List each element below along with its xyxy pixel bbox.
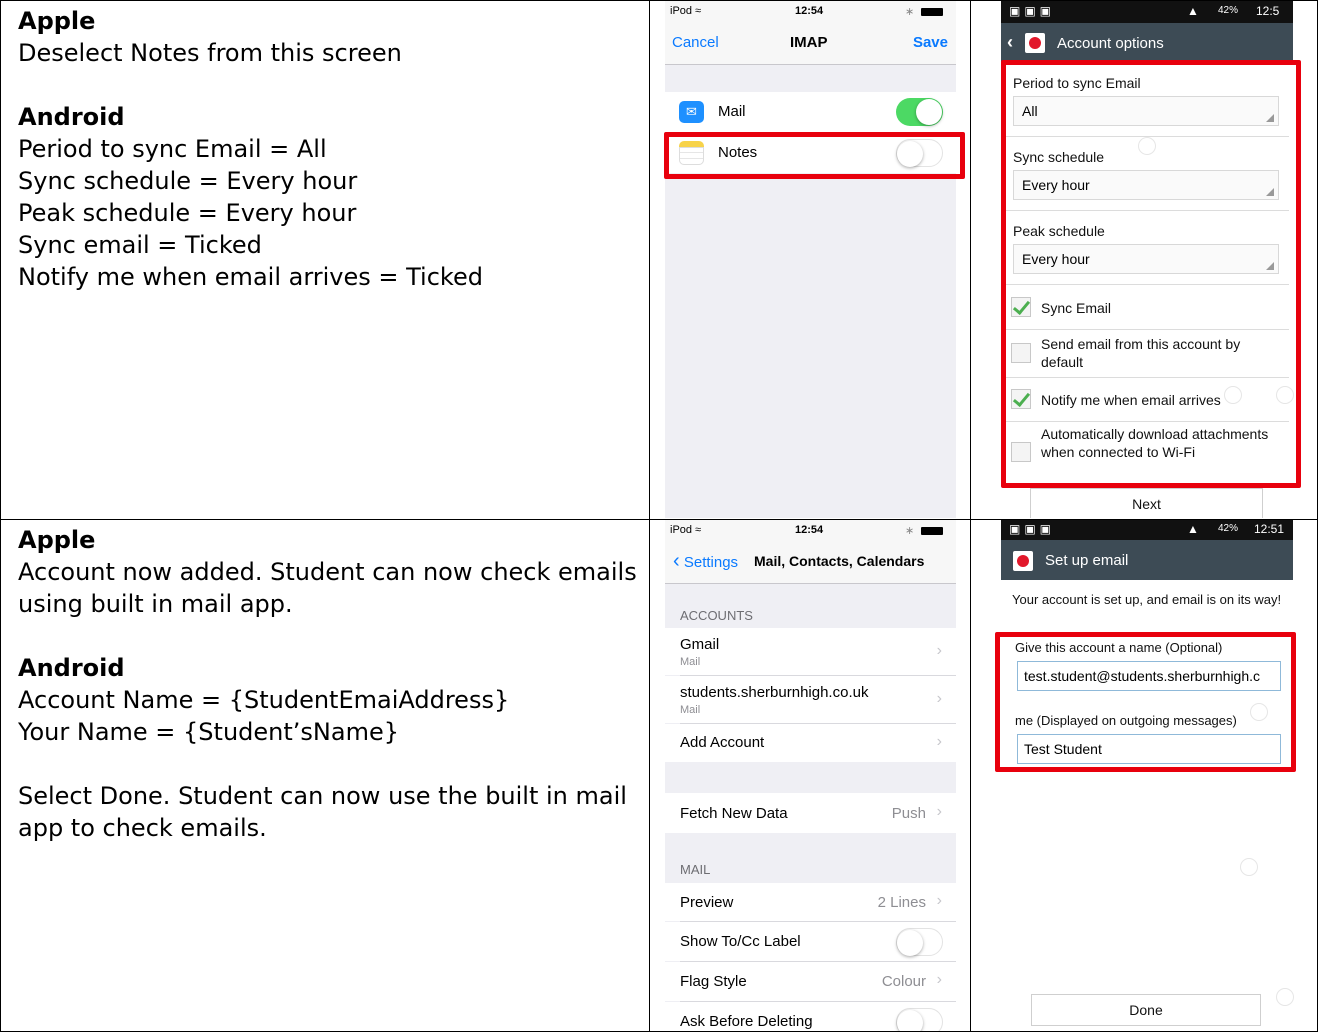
signal-icon: ▲ — [1187, 4, 1199, 18]
clock: 12:51 — [1254, 522, 1285, 536]
ask-delete-row[interactable]: Ask Before Deleting — [665, 1002, 956, 1031]
back-button[interactable]: ‹ Settings — [673, 550, 738, 573]
apple-heading: Apple — [18, 7, 96, 35]
instructions-row-2: Apple Account now added. Student can now… — [18, 524, 638, 844]
touch-indicator — [1250, 703, 1268, 721]
android-setup-screenshot: ▣▣▣ ▲ 42% 12:51 Set up email Your accoun… — [1001, 520, 1293, 1031]
android-heading: Android — [18, 103, 125, 131]
wifi-icon: ≈ — [695, 5, 702, 17]
bluetooth-icon: ∗ — [905, 6, 915, 18]
show-tocc-row[interactable]: Show To/Cc Label — [665, 922, 956, 961]
done-button[interactable]: Done — [1031, 994, 1261, 1026]
nav-bar: ‹ Settings Mail, Contacts, Calendars — [665, 540, 956, 584]
next-button[interactable]: Next — [1030, 488, 1263, 518]
toggle-row-mail[interactable]: ✉ Mail — [665, 92, 956, 132]
email-app-icon — [1025, 33, 1045, 53]
clock: 12:54 — [795, 5, 824, 17]
highlight-setup-box — [995, 632, 1296, 772]
fetch-row[interactable]: Fetch New Data Push › — [665, 793, 956, 833]
battery-level: 42% — [1218, 523, 1239, 534]
battery-icon — [921, 8, 943, 16]
android-line: Peak schedule = Every hour — [18, 199, 357, 227]
touch-indicator — [1276, 386, 1294, 404]
chevron-right-icon: › — [936, 690, 942, 707]
battery-icon — [921, 527, 943, 535]
ios-imap-screenshot: iPod ≈ 12:54 ∗ Cancel IMAP Save ✉ Mail N… — [665, 1, 956, 518]
status-bar: iPod ≈ 12:54 ∗ — [665, 520, 956, 540]
chevron-right-icon: › — [936, 971, 942, 988]
status-bar: ▣▣▣ ▲ 42% 12:5 — [1001, 1, 1293, 23]
android-line: Account Name = {StudentEmaiAddress} — [18, 686, 510, 714]
save-button[interactable]: Save — [913, 34, 948, 51]
table-border-left — [0, 0, 1, 1032]
chevron-right-icon: › — [936, 642, 942, 659]
chevron-right-icon: › — [936, 733, 942, 750]
touch-indicator — [1224, 386, 1242, 404]
clock: 12:54 — [795, 524, 824, 536]
table-border-col1 — [649, 0, 650, 1032]
clock: 12:5 — [1256, 4, 1280, 18]
battery-level: 42% — [1218, 5, 1239, 16]
email-app-icon — [1013, 551, 1033, 571]
screen-title: Set up email — [1045, 552, 1129, 569]
table-border-col2 — [970, 0, 971, 1032]
mail-switch[interactable] — [896, 98, 943, 126]
status-bar: iPod ≈ 12:54 ∗ — [665, 1, 956, 21]
ask-delete-switch[interactable] — [896, 1008, 943, 1031]
notification-icons: ▣▣▣ — [1009, 522, 1056, 536]
android-line: Period to sync Email = All — [18, 135, 327, 163]
notification-icons: ▣▣▣ — [1009, 4, 1056, 18]
section-header-accounts: ACCOUNTS — [680, 608, 753, 623]
tocc-switch[interactable] — [896, 928, 943, 956]
touch-indicator — [1276, 988, 1294, 1006]
cancel-button[interactable]: Cancel — [672, 34, 719, 51]
toggle-label: Mail — [718, 103, 746, 120]
apple-heading: Apple — [18, 526, 96, 554]
setup-intro: Your account is set up, and email is on … — [1012, 592, 1282, 607]
bluetooth-icon: ∗ — [905, 525, 915, 537]
highlight-options-box — [1001, 60, 1301, 488]
flag-style-row[interactable]: Flag Style Colour › — [665, 962, 956, 1001]
ios-settings-screenshot: iPod ≈ 12:54 ∗ ‹ Settings Mail, Contacts… — [665, 520, 956, 1031]
status-bar: ▣▣▣ ▲ 42% 12:51 — [1001, 520, 1293, 540]
add-account-row[interactable]: Add Account › — [665, 724, 956, 762]
android-line: Notify me when email arrives = Ticked — [18, 263, 483, 291]
android-line: Select Done. Student can now use the bui… — [18, 782, 627, 810]
android-line: Sync schedule = Every hour — [18, 167, 358, 195]
screen-title: Account options — [1057, 35, 1164, 52]
preview-row[interactable]: Preview 2 Lines › — [665, 883, 956, 921]
touch-indicator — [1138, 137, 1156, 155]
account-row[interactable]: Gmail Mail › — [665, 628, 956, 675]
document-table: Apple Deselect Notes from this screen An… — [0, 0, 1318, 1032]
account-row[interactable]: students.sherburnhigh.co.uk Mail › — [665, 676, 956, 723]
chevron-right-icon: › — [936, 803, 942, 820]
android-line: Your Name = {Student’sName} — [18, 718, 399, 746]
apple-line: using built in mail app. — [18, 590, 293, 618]
back-chevron-icon: ‹ — [673, 550, 680, 572]
carrier-label: iPod — [670, 524, 693, 536]
action-bar: Set up email — [1001, 540, 1293, 580]
mail-icon: ✉ — [679, 101, 704, 123]
nav-bar: Cancel IMAP Save — [665, 21, 956, 65]
nav-title: Mail, Contacts, Calendars — [754, 553, 925, 569]
signal-icon: ▲ — [1187, 522, 1199, 536]
instructions-row-1: Apple Deselect Notes from this screen An… — [18, 5, 638, 293]
android-heading: Android — [18, 654, 125, 682]
highlight-notes-box — [664, 132, 965, 179]
chevron-right-icon: › — [936, 892, 942, 909]
wifi-icon: ≈ — [695, 524, 702, 536]
nav-title: IMAP — [790, 34, 828, 51]
carrier-label: iPod — [670, 5, 693, 17]
action-bar: ‹ Account options — [1001, 23, 1293, 63]
apple-line: Deselect Notes from this screen — [18, 39, 402, 67]
touch-indicator — [1240, 858, 1258, 876]
android-line: app to check emails. — [18, 814, 267, 842]
section-header-mail: MAIL — [680, 862, 711, 877]
back-chevron-icon[interactable]: ‹ — [1007, 32, 1013, 53]
apple-line: Account now added. Student can now check… — [18, 558, 637, 586]
android-line: Sync email = Ticked — [18, 231, 262, 259]
